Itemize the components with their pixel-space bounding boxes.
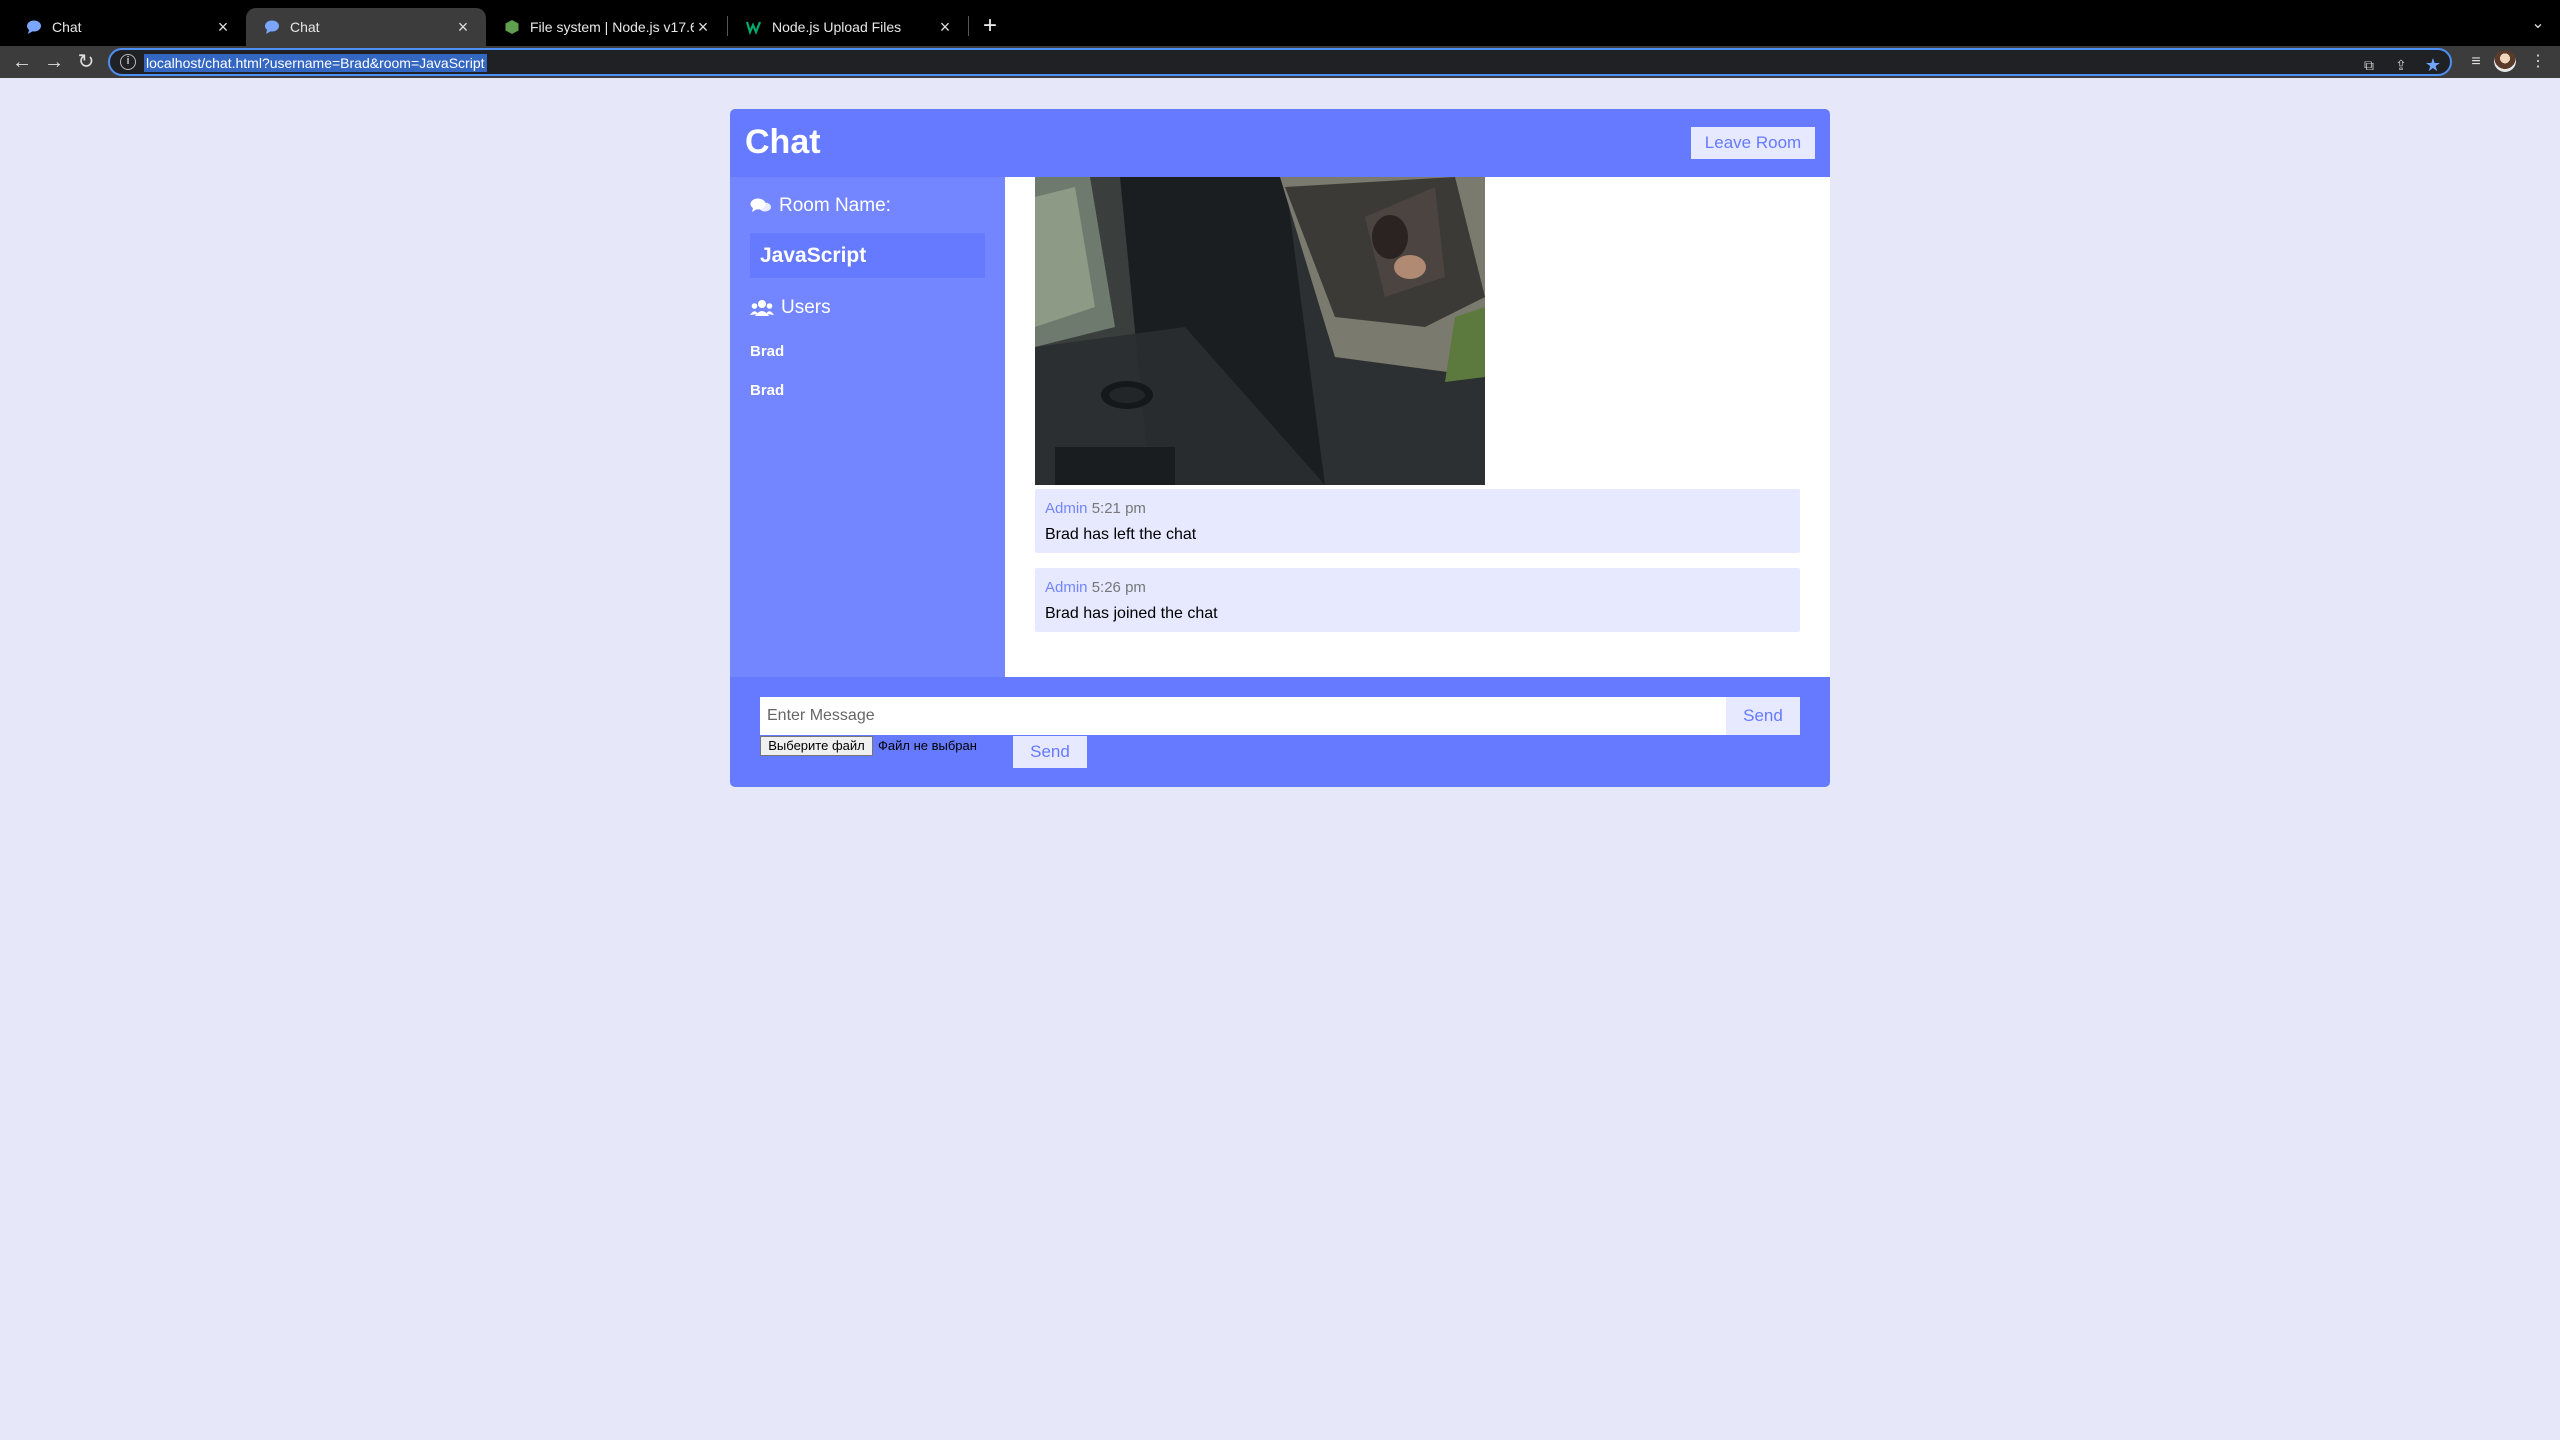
tab-separator	[968, 16, 969, 36]
tab-chat-1[interactable]: Chat ×	[8, 8, 246, 46]
close-icon[interactable]: ×	[454, 17, 472, 38]
users-label: Users	[781, 297, 831, 318]
new-tab-icon[interactable]: +	[976, 12, 1004, 40]
message-item: Admin 5:26 pm Brad has joined the chat	[1035, 568, 1800, 632]
tab-label: File system | Node.js v17.6.0 D	[530, 19, 694, 35]
menu-dots-icon[interactable]: ⋮	[2524, 48, 2552, 76]
file-status-text: Файл не выбран	[878, 738, 977, 753]
leave-room-button[interactable]: Leave Room	[1691, 127, 1815, 159]
info-icon[interactable]: i	[120, 54, 136, 70]
comments-icon	[750, 198, 771, 212]
profile-avatar[interactable]	[2494, 50, 2516, 72]
send-file-button[interactable]: Send	[1013, 736, 1087, 768]
nodejs-hexagon-icon	[505, 20, 519, 34]
close-icon[interactable]: ×	[694, 17, 712, 38]
chat-header: Chat Leave Room	[730, 109, 1830, 177]
chat-sidebar: Room Name: JavaScript Users Brad Brad	[730, 177, 1005, 677]
reload-icon[interactable]: ↻	[72, 48, 100, 76]
address-bar[interactable]: i localhost/chat.html?username=Brad&room…	[108, 48, 2452, 76]
uploaded-photo[interactable]	[1035, 177, 1485, 485]
chat-form: Send Выберите файл Файл не выбран Send	[730, 677, 1830, 787]
close-icon[interactable]: ×	[936, 17, 954, 38]
tab-chat-2[interactable]: Chat ×	[246, 8, 486, 46]
users-icon	[750, 300, 774, 316]
chat-container: Chat Leave Room Room Name: JavaScript Us…	[730, 109, 1830, 787]
message-meta: Admin 5:21 pm	[1045, 500, 1146, 517]
send-button[interactable]: Send	[1726, 697, 1800, 735]
user-list: Brad Brad	[750, 343, 784, 421]
message-text: Brad has joined the chat	[1045, 605, 1218, 622]
chat-messages: Admin 5:21 pm Brad has left the chat Adm…	[1005, 177, 1830, 677]
translate-icon[interactable]: ⧉	[2360, 56, 2378, 74]
tab-upload-files[interactable]: Node.js Upload Files ×	[728, 8, 968, 46]
url-text[interactable]: localhost/chat.html?username=Brad&room=J…	[144, 54, 487, 72]
message-author: Admin	[1045, 579, 1088, 596]
tab-label: Chat	[52, 19, 82, 35]
choose-file-button[interactable]: Выберите файл	[760, 736, 873, 756]
tab-label: Chat	[290, 19, 320, 35]
close-icon[interactable]: ×	[214, 17, 232, 38]
message-meta: Admin 5:26 pm	[1045, 579, 1146, 596]
room-name-label: Room Name:	[779, 195, 891, 216]
browser-tab-bar: Chat × Chat × File system | Node.js v17.…	[0, 0, 2560, 46]
reading-list-icon[interactable]: ≡	[2462, 48, 2490, 76]
bookmark-star-icon[interactable]: ★	[2424, 56, 2442, 74]
message-time: 5:21 pm	[1091, 500, 1146, 517]
browser-toolbar: ← → ↻ i localhost/chat.html?username=Bra…	[0, 46, 2560, 78]
message-text: Brad has left the chat	[1045, 526, 1197, 543]
users-heading: Users	[750, 297, 831, 319]
tab-file-system[interactable]: File system | Node.js v17.6.0 D ×	[486, 8, 726, 46]
list-item: Brad	[750, 343, 785, 360]
message-author: Admin	[1045, 500, 1088, 517]
message-item: Admin 5:21 pm Brad has left the chat	[1035, 489, 1800, 553]
share-icon[interactable]: ⇪	[2392, 56, 2410, 74]
page-title: Chat	[745, 123, 821, 161]
forward-icon[interactable]: →	[40, 48, 68, 76]
message-input[interactable]	[760, 697, 1726, 735]
room-name-value: JavaScript	[750, 233, 985, 278]
room-name-heading: Room Name:	[750, 195, 891, 217]
car-interior-photo	[1035, 177, 1485, 485]
list-item: Brad	[750, 382, 785, 399]
w3schools-icon	[746, 21, 762, 35]
tab-label: Node.js Upload Files	[772, 19, 902, 35]
chat-bubble-icon	[265, 20, 279, 34]
message-time: 5:26 pm	[1091, 579, 1146, 596]
chevron-down-icon[interactable]: ⌄	[2526, 12, 2550, 36]
back-icon[interactable]: ←	[8, 48, 36, 76]
chat-bubble-icon	[27, 20, 41, 34]
